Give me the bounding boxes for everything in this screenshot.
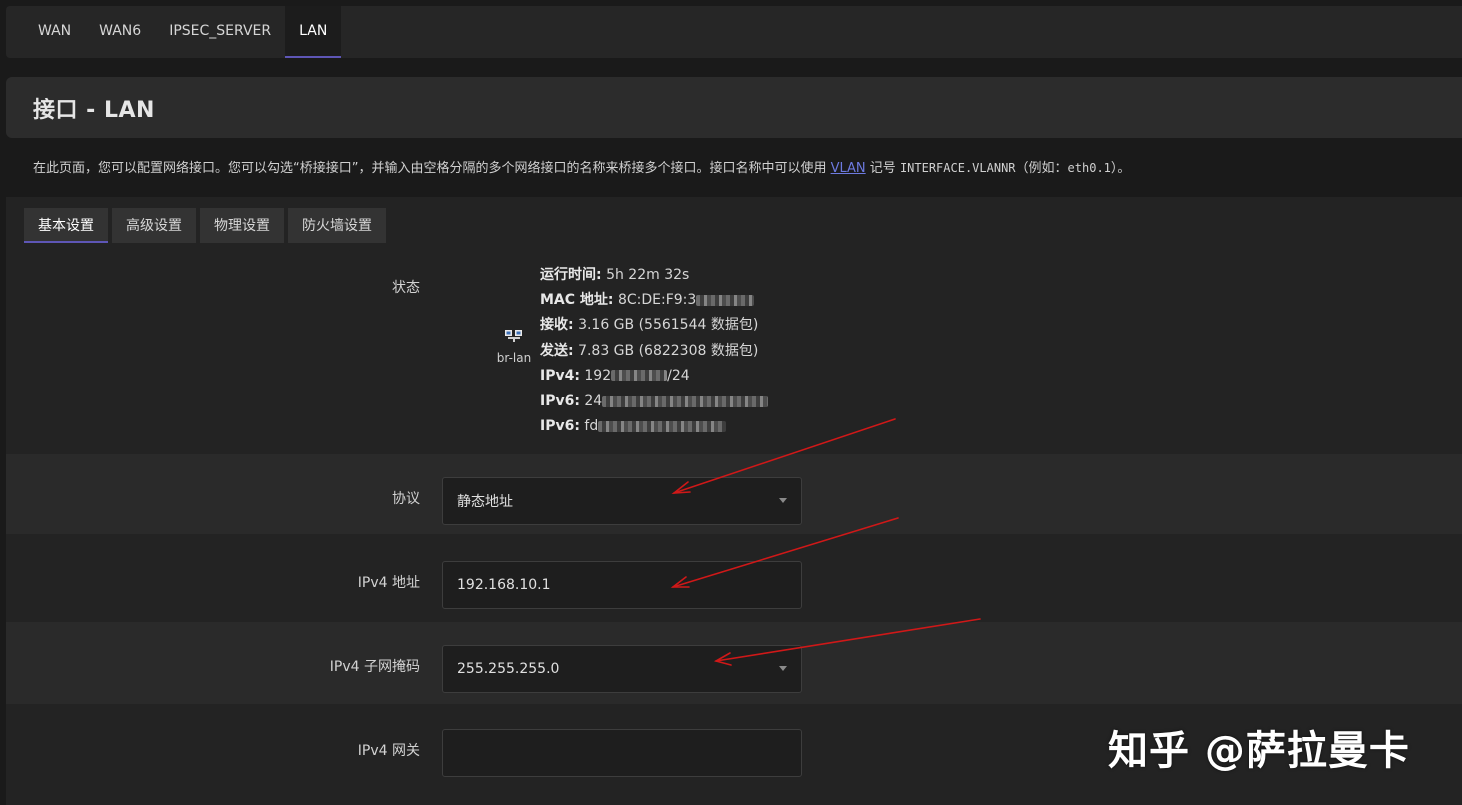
- status-ipv6-local: IPv6: fd: [540, 414, 768, 439]
- ipv4-netmask-select[interactable]: 255.255.255.0: [442, 645, 802, 693]
- interface-status-icon-group: br-lan: [494, 329, 534, 365]
- interface-tabs: WAN WAN6 IPSEC_SERVER LAN: [6, 6, 1462, 58]
- rx-value: 3.16 GB (5561544 数据包): [578, 317, 759, 334]
- watermark-text: 知乎 @萨拉曼卡: [1108, 728, 1410, 774]
- status-ipv4: IPv4: 192/24: [540, 364, 768, 389]
- interface-status-details: 运行时间: 5h 22m 32s MAC 地址: 8C:DE:F9:3 接收: …: [540, 263, 769, 439]
- status-mac: MAC 地址: 8C:DE:F9:3: [540, 288, 768, 313]
- redacted-block: [602, 395, 769, 407]
- status-rx: 接收: 3.16 GB (5561544 数据包): [540, 313, 768, 338]
- interface-name: br-lan: [496, 351, 532, 365]
- tab-wan6[interactable]: WAN6: [85, 6, 155, 58]
- ipv6-status-value: 24: [584, 393, 603, 410]
- settings-tabs: 基本设置 高级设置 物理设置 防火墙设置: [24, 208, 386, 243]
- ipv4-status-value: 192: [584, 367, 612, 384]
- ipv4-address-value: 192.168.10.1: [457, 577, 551, 593]
- tx-value: 7.83 GB (6822308 数据包): [578, 342, 759, 359]
- status-tx: 发送: 7.83 GB (6822308 数据包): [540, 339, 768, 364]
- redacted-block: [696, 294, 755, 306]
- uptime-value: 5h 22m 32s: [606, 267, 690, 283]
- tab-advanced-settings[interactable]: 高级设置: [112, 208, 196, 243]
- vlan-link[interactable]: VLAN: [831, 161, 866, 176]
- ipv4-status-suffix: /24: [667, 367, 690, 384]
- tab-firewall-settings[interactable]: 防火墙设置: [288, 208, 386, 243]
- status-ipv6-global: IPv6: 24: [540, 389, 769, 414]
- luci-interface-page: WAN WAN6 IPSEC_SERVER LAN 接口 - LAN 在此页面，…: [0, 0, 1462, 805]
- page-description: 在此页面，您可以配置网络接口。您可以勾选“桥接接口”，并输入由空格分隔的多个网络…: [33, 157, 1130, 176]
- page-title: 接口 - LAN: [33, 97, 155, 123]
- description-text-mid: 记号: [865, 161, 900, 176]
- status-label: 状态: [392, 280, 420, 296]
- mac-value: 8C:DE:F9:3: [617, 292, 697, 309]
- ipv6-local-status-label: IPv6:: [540, 418, 580, 435]
- tab-basic-settings[interactable]: 基本设置: [24, 208, 108, 243]
- rx-label: 接收:: [540, 317, 574, 334]
- redacted-block: [598, 420, 727, 432]
- status-uptime: 运行时间: 5h 22m 32s: [540, 263, 768, 288]
- network-bridge-icon: [505, 330, 522, 342]
- protocol-selected-value: 静态地址: [457, 494, 513, 510]
- page-title-bar: 接口 - LAN: [6, 77, 1462, 138]
- ipv4-address-label: IPv4 地址: [357, 575, 420, 591]
- tab-ipsec-server[interactable]: IPSEC_SERVER: [155, 6, 285, 58]
- tab-wan[interactable]: WAN: [6, 6, 85, 58]
- chevron-down-icon: [779, 498, 787, 503]
- description-text-end: ）。: [1110, 161, 1131, 176]
- ipv4-gateway-input[interactable]: [442, 729, 802, 777]
- protocol-select[interactable]: 静态地址: [442, 477, 802, 525]
- ipv4-address-input[interactable]: 192.168.10.1: [442, 561, 802, 609]
- description-code-vlan: INTERFACE.VLANNR: [899, 161, 1016, 175]
- description-code-example: eth0.1: [1067, 161, 1111, 175]
- settings-panel: 基本设置 高级设置 物理设置 防火墙设置 状态 br-lan 运行时间: 5h …: [6, 197, 1462, 805]
- ipv4-netmask-value: 255.255.255.0: [457, 661, 560, 677]
- uptime-label: 运行时间:: [540, 267, 602, 283]
- chevron-down-icon: [779, 666, 787, 671]
- tab-lan[interactable]: LAN: [285, 6, 342, 58]
- ipv6-status-label: IPv6:: [540, 393, 580, 410]
- mac-label: MAC 地址:: [540, 292, 614, 309]
- description-text-mid2: （例如：: [1015, 161, 1068, 176]
- protocol-label: 协议: [392, 491, 420, 507]
- ipv6-local-status-value: fd: [584, 418, 599, 435]
- description-text: 在此页面，您可以配置网络接口。您可以勾选“桥接接口”，并输入由空格分隔的多个网络…: [33, 161, 831, 176]
- tx-label: 发送:: [540, 342, 574, 359]
- ipv4-status-label: IPv4:: [540, 367, 580, 384]
- redacted-block: [611, 370, 668, 382]
- ipv4-gateway-label: IPv4 网关: [357, 743, 420, 759]
- tab-physical-settings[interactable]: 物理设置: [200, 208, 284, 243]
- ipv4-netmask-label: IPv4 子网掩码: [329, 659, 420, 675]
